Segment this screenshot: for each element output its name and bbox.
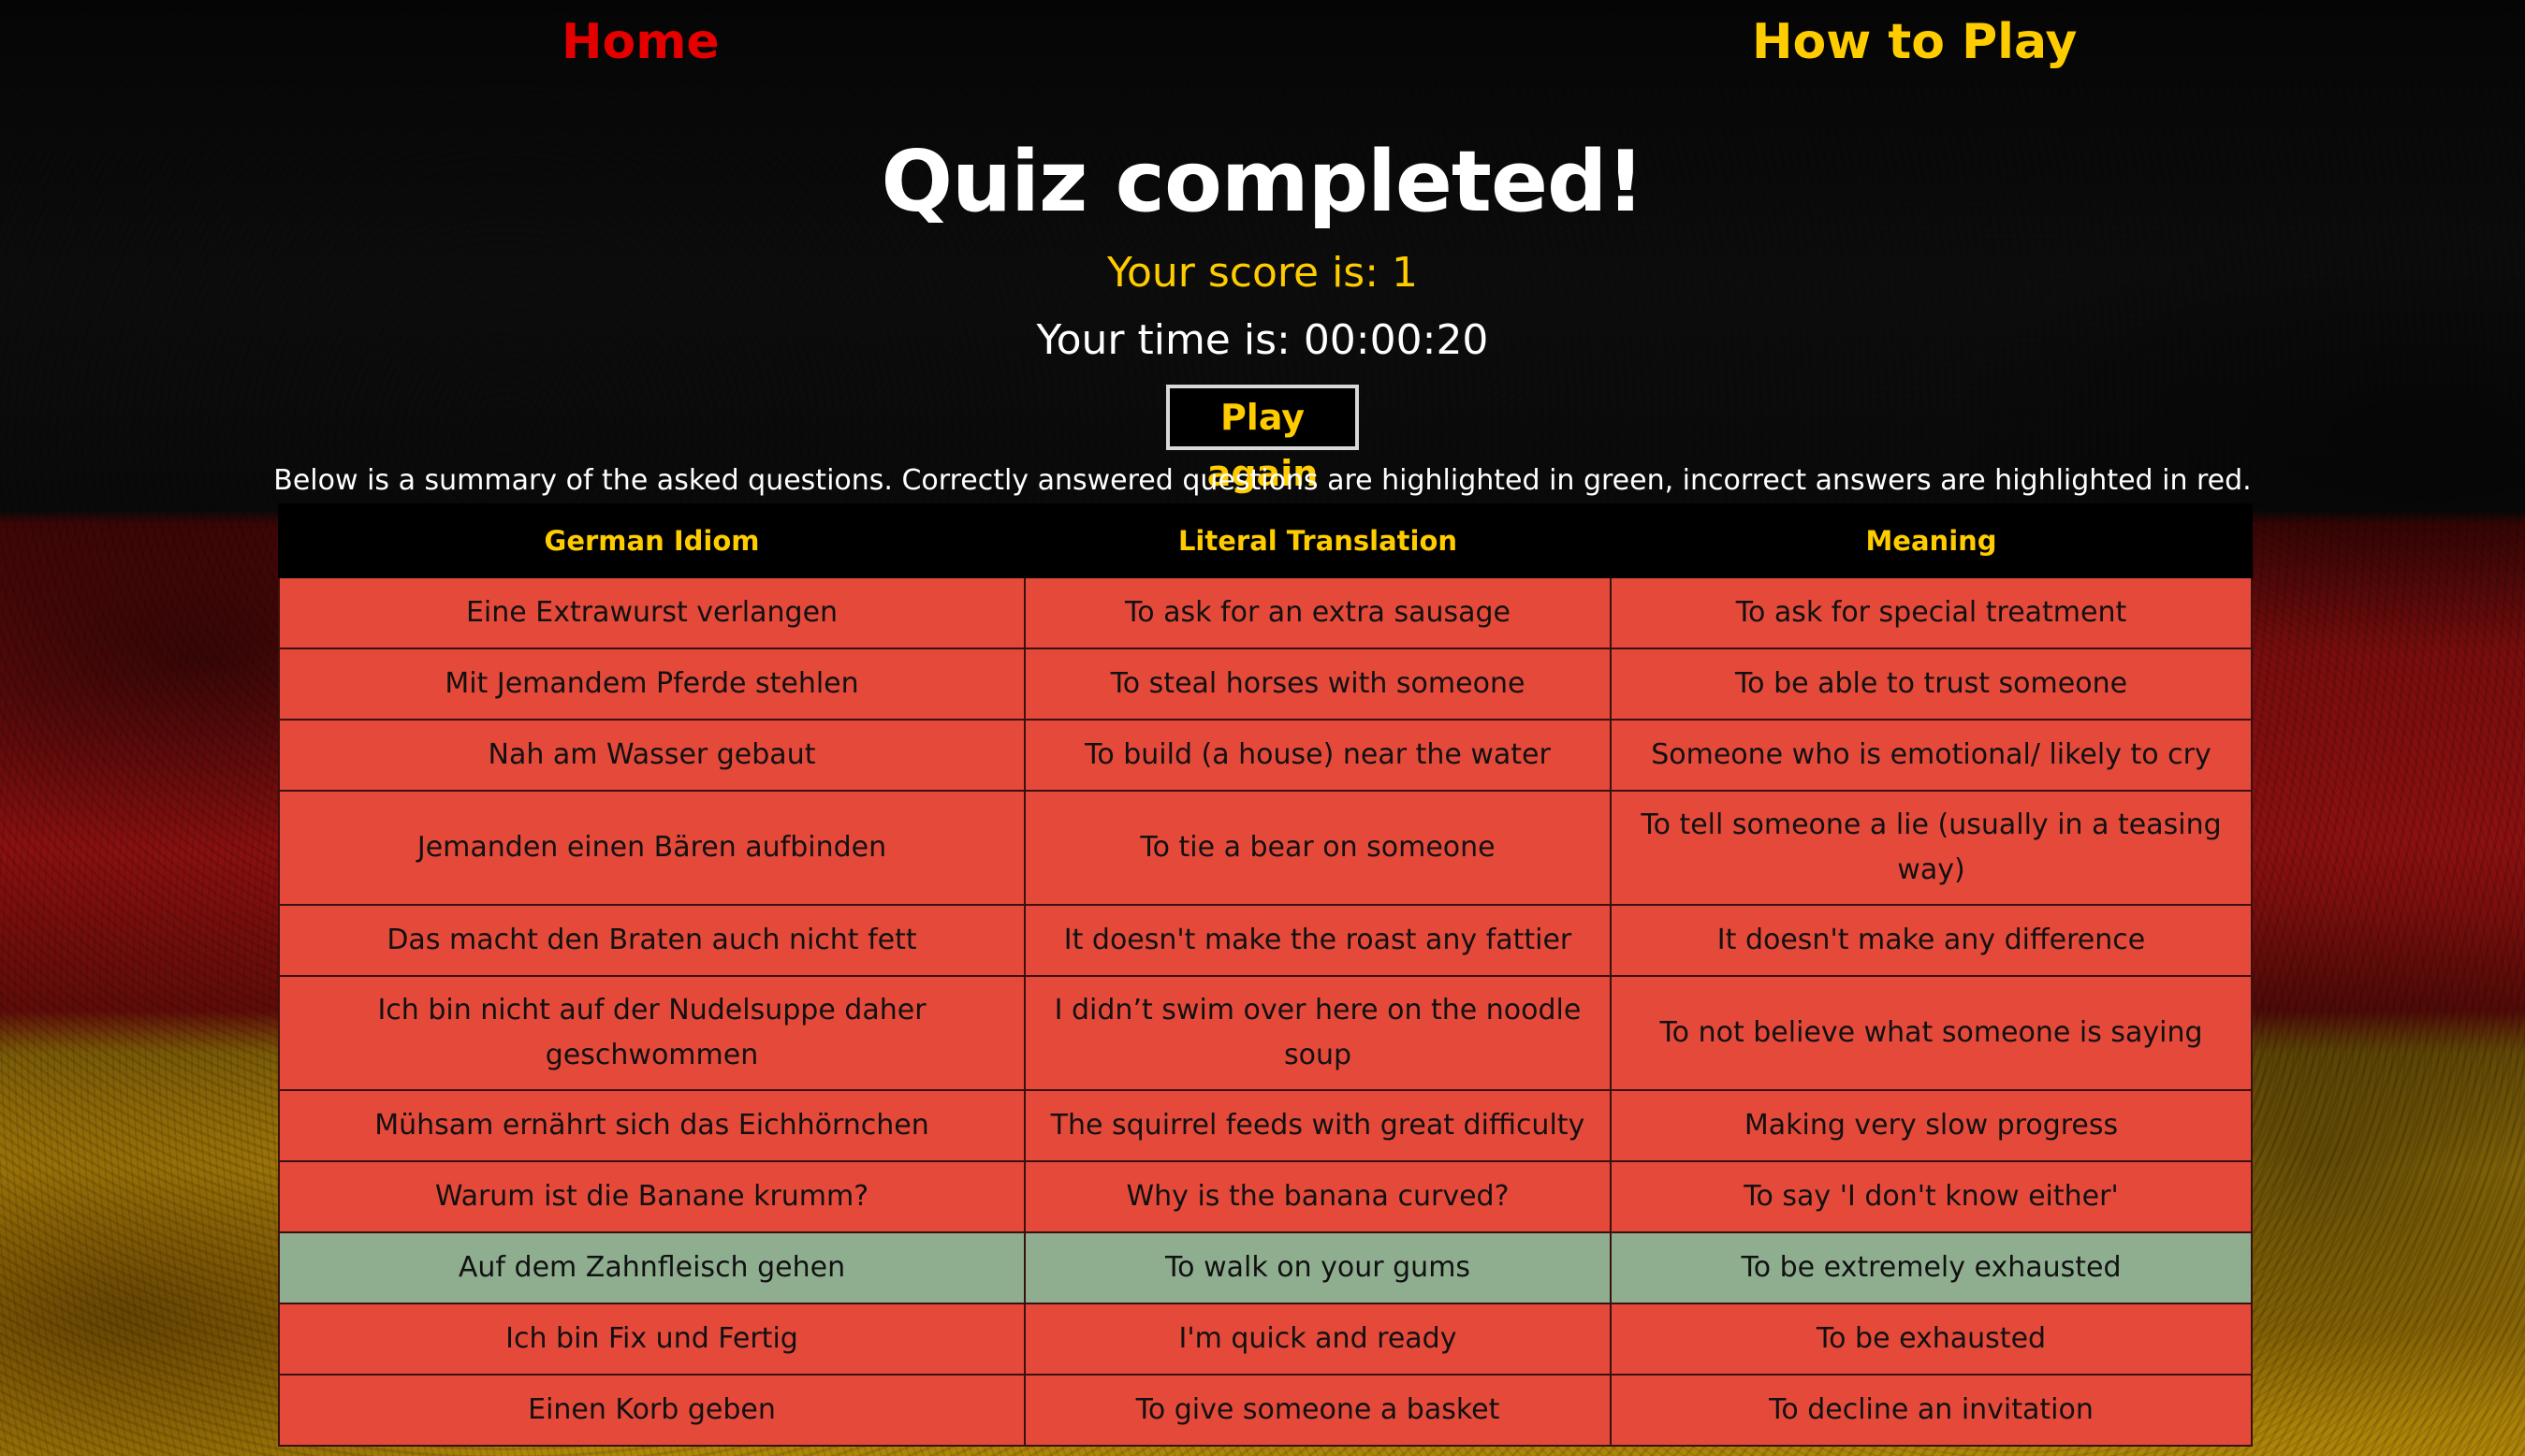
table-row: Einen Korb geben To give someone a basket… [278, 1374, 2253, 1447]
cell-german-idiom: Auf dem Zahnfleisch gehen [278, 1231, 1026, 1304]
table-row: Ich bin Fix und Fertig I'm quick and read… [278, 1303, 2253, 1376]
cell-meaning: Someone who is emotional/ likely to cry [1610, 719, 2253, 792]
table-row: Mühsam ernährt sich das Eichhörnchen The … [278, 1089, 2253, 1162]
cell-literal-translation: To steal horses with someone [1024, 648, 1612, 721]
cell-meaning: To decline an invitation [1610, 1374, 2253, 1447]
cell-literal-translation: To build (a house) near the water [1024, 719, 1612, 792]
cell-meaning: To be extremely exhausted [1610, 1231, 2253, 1304]
cell-literal-translation: The squirrel feeds with great difficulty [1024, 1089, 1612, 1162]
cell-german-idiom: Mühsam ernährt sich das Eichhörnchen [278, 1089, 1026, 1162]
cell-meaning: To be exhausted [1610, 1303, 2253, 1376]
cell-literal-translation: To give someone a basket [1024, 1374, 1612, 1447]
cell-meaning: To not believe what someone is saying [1610, 975, 2253, 1091]
results-table: German Idiom Literal Translation Meaning… [278, 503, 2253, 1447]
cell-german-idiom: Einen Korb geben [278, 1374, 1026, 1447]
nav-how-to-play-link[interactable]: How to Play [1752, 11, 2077, 73]
top-nav: Home How to Play [0, 0, 2525, 86]
cell-literal-translation: To tie a bear on someone [1024, 790, 1612, 906]
table-row: Ich bin nicht auf der Nudelsuppe daher g… [278, 975, 2253, 1091]
header-german-idiom: German Idiom [278, 503, 1026, 578]
cell-literal-translation: It doesn't make the roast any fattier [1024, 904, 1612, 977]
score-text: Your score is: 1 [1106, 249, 1419, 297]
cell-german-idiom: Nah am Wasser gebaut [278, 719, 1026, 792]
cell-meaning: To tell someone a lie (usually in a teas… [1610, 790, 2253, 906]
cell-literal-translation: To ask for an extra sausage [1024, 576, 1612, 649]
table-header-row: German Idiom Literal Translation Meaning [278, 503, 2253, 578]
play-again-button[interactable]: Play again [1166, 385, 1359, 494]
header-literal-translation: Literal Translation [1024, 503, 1612, 578]
table-row: Nah am Wasser gebaut To build (a house) n… [278, 719, 2253, 792]
table-row: Warum ist die Banane krumm? Why is the ba… [278, 1160, 2253, 1233]
time-text: Your time is: 00:00:20 [1036, 316, 1489, 364]
table-row: Das macht den Braten auch nicht fett It d… [278, 904, 2253, 977]
cell-german-idiom: Ich bin Fix und Fertig [278, 1303, 1026, 1376]
cell-literal-translation: I'm quick and ready [1024, 1303, 1612, 1376]
cell-literal-translation: To walk on your gums [1024, 1231, 1612, 1304]
nav-home-link[interactable]: Home [562, 11, 720, 73]
cell-meaning: To ask for special treatment [1610, 576, 2253, 649]
cell-german-idiom: Mit Jemandem Pferde stehlen [278, 648, 1026, 721]
cell-meaning: It doesn't make any difference [1610, 904, 2253, 977]
cell-german-idiom: Jemanden einen Bären aufbinden [278, 790, 1026, 906]
header-meaning: Meaning [1610, 503, 2253, 578]
cell-meaning: Making very slow progress [1610, 1089, 2253, 1162]
cell-meaning: To say 'I don't know either' [1610, 1160, 2253, 1233]
table-row: Jemanden einen Bären aufbinden To tie a b… [278, 790, 2253, 906]
table-row: Eine Extrawurst verlangen To ask for an e… [278, 576, 2253, 649]
cell-german-idiom: Ich bin nicht auf der Nudelsuppe daher g… [278, 975, 1026, 1091]
table-body: Eine Extrawurst verlangen To ask for an e… [278, 576, 2253, 1447]
cell-literal-translation: Why is the banana curved? [1024, 1160, 1612, 1233]
summary-text: Below is a summary of the asked question… [273, 464, 2252, 497]
cell-german-idiom: Eine Extrawurst verlangen [278, 576, 1026, 649]
cell-meaning: To be able to trust someone [1610, 648, 2253, 721]
cell-literal-translation: I didn’t swim over here on the noodle so… [1024, 975, 1612, 1091]
cell-german-idiom: Das macht den Braten auch nicht fett [278, 904, 1026, 977]
table-row: Auf dem Zahnfleisch gehen To walk on your… [278, 1231, 2253, 1304]
page-title: Quiz completed! [881, 133, 1645, 231]
cell-german-idiom: Warum ist die Banane krumm? [278, 1160, 1026, 1233]
table-row: Mit Jemandem Pferde stehlen To steal hors… [278, 648, 2253, 721]
